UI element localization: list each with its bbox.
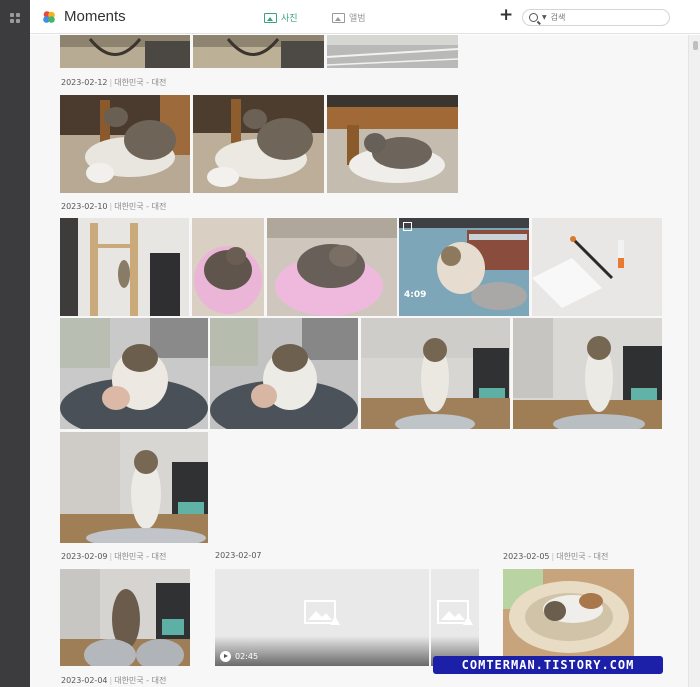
top-bar: Moments 사진 앨범 + ▼ [30, 0, 700, 34]
select-checkbox[interactable] [403, 222, 412, 231]
moments-app: Moments 사진 앨범 + ▼ 2023-02-12|대한민국 - 대전 [0, 0, 700, 687]
group-date: 2023-02-12 [61, 78, 108, 87]
group-header: 2023-02-07 [215, 551, 262, 560]
add-button[interactable]: + [499, 7, 513, 24]
group-date: 2023-02-09 [61, 552, 108, 561]
photo-thumbnail[interactable] [532, 218, 662, 316]
left-rail [0, 0, 30, 687]
tab-albums-label: 앨범 [349, 14, 366, 24]
photo-icon [264, 12, 277, 23]
photo-thumbnail[interactable] [60, 95, 190, 193]
photo-thumbnail[interactable] [503, 569, 634, 656]
scrollbar-thumb[interactable] [693, 41, 698, 50]
photo-thumbnail[interactable] [267, 218, 397, 316]
group-date: 2023-02-07 [215, 551, 262, 560]
photo-thumbnail[interactable] [60, 318, 208, 429]
photo-thumbnail[interactable] [60, 569, 190, 666]
chevron-down-icon[interactable]: ▼ [542, 14, 547, 21]
photo-thumbnail[interactable] [210, 318, 358, 429]
group-header: 2023-02-04 | 대한민국 - 대전 [61, 676, 167, 685]
photo-thumbnail[interactable] [193, 95, 324, 193]
video-duration: 02:45 [235, 652, 259, 661]
vertical-scrollbar[interactable] [688, 35, 700, 687]
photo-thumbnail[interactable]: 4:09 [399, 218, 529, 316]
video-thumbnail[interactable]: 02:45 [215, 569, 429, 666]
group-location[interactable]: 대한민국 - 대전 [114, 202, 166, 211]
watermark-banner: COMTERMAN.TISTORY.COM [433, 656, 663, 674]
photo-thumbnail[interactable] [192, 218, 264, 316]
search-input[interactable] [550, 13, 661, 22]
group-header: 2023-02-09 | 대한민국 - 대전 [61, 552, 167, 561]
photo-thumbnail[interactable] [327, 35, 458, 68]
photo-thumbnail[interactable] [513, 318, 662, 429]
tab-photos-label: 사진 [281, 14, 298, 24]
tab-albums[interactable]: 앨범 [332, 11, 366, 24]
photo-thumbnail[interactable] [60, 218, 189, 316]
photo-thumbnail[interactable] [193, 35, 324, 68]
group-location[interactable]: 대한민국 - 대전 [114, 552, 166, 561]
video-thumbnail[interactable] [431, 569, 479, 666]
image-placeholder-icon [437, 599, 473, 625]
group-header: 2023-02-12 | 대한민국 - 대전 [61, 78, 167, 87]
app-title: Moments [64, 8, 126, 25]
group-date: 2023-02-10 [61, 202, 108, 211]
play-icon[interactable] [220, 651, 231, 662]
image-placeholder-icon [304, 599, 340, 625]
photo-thumbnail[interactable] [327, 95, 458, 193]
tab-photos[interactable]: 사진 [264, 11, 298, 24]
group-header: 2023-02-05 | 대한민국 - 대전 [503, 552, 609, 561]
group-date: 2023-02-04 [61, 676, 108, 685]
group-header: 2023-02-10 | 대한민국 - 대전 [61, 202, 167, 211]
group-location[interactable]: 대한민국 - 대전 [114, 78, 166, 87]
moments-logo-icon [43, 11, 55, 23]
photo-thumbnail[interactable] [361, 318, 510, 429]
app-grid-icon[interactable] [10, 13, 20, 23]
album-icon [332, 12, 345, 23]
group-date: 2023-02-05 [503, 552, 550, 561]
photo-thumbnail[interactable] [60, 35, 190, 68]
group-location[interactable]: 대한민국 - 대전 [556, 552, 608, 561]
photo-thumbnail[interactable] [60, 432, 208, 543]
group-location[interactable]: 대한민국 - 대전 [114, 676, 166, 685]
search-box[interactable]: ▼ [522, 9, 670, 26]
phone-clock: 4:09 [404, 290, 427, 300]
search-icon [529, 13, 538, 22]
